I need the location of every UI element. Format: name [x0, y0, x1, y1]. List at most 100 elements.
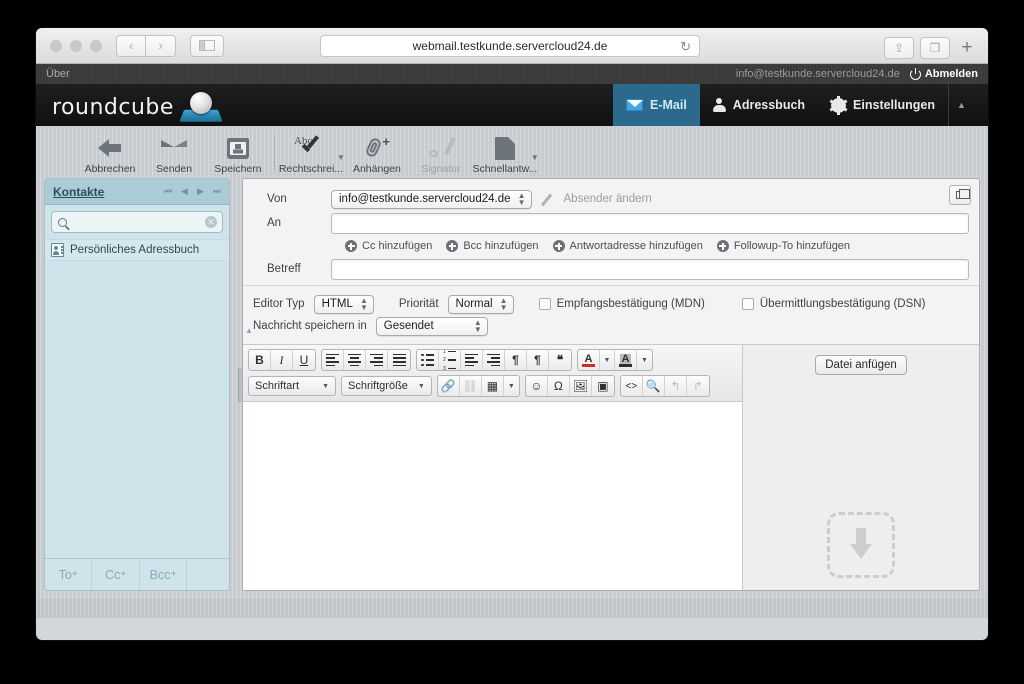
pager-prev-icon[interactable]: ◀	[181, 186, 188, 197]
toolbar-signature-button[interactable]: Signatur	[409, 130, 473, 175]
underline-button[interactable]: U	[293, 350, 315, 370]
minimize-window-button[interactable]	[70, 39, 82, 52]
blockquote-icon[interactable]: ❝	[549, 350, 571, 370]
toolbar-responses-button[interactable]: Schnellantw...	[473, 130, 537, 175]
color-group: A ▼ A ▼	[577, 349, 653, 371]
attach-file-button[interactable]: Datei anfügen	[815, 355, 907, 375]
share-icon[interactable]: ⇪	[884, 37, 914, 59]
priority-select[interactable]: Normal ▲ ▼	[447, 294, 514, 314]
source-code-icon[interactable]: <>	[621, 376, 643, 396]
nav-buttons[interactable]: ‹ ›	[116, 34, 176, 57]
subject-input[interactable]	[331, 258, 969, 280]
address-bar[interactable]: webmail.testkunde.servercloud24.de ↻	[320, 35, 700, 57]
to-input[interactable]	[331, 212, 969, 234]
pager-last-icon[interactable]: ⏭	[213, 186, 221, 197]
back-button[interactable]: ‹	[116, 34, 146, 57]
text-color-button[interactable]: A	[578, 350, 600, 370]
toolbar-attach-button[interactable]: + Anhängen	[345, 130, 409, 175]
clear-search-icon[interactable]: ✕	[205, 216, 217, 228]
add-to-plus: +	[71, 569, 78, 580]
tab-overview-icon[interactable]: ❐	[920, 37, 950, 59]
sidebar-toggle-button[interactable]	[190, 34, 224, 57]
close-window-button[interactable]	[50, 39, 62, 52]
align-justify-icon[interactable]	[388, 350, 410, 370]
contacts-search-box[interactable]: ✕	[51, 211, 223, 233]
outdent-icon[interactable]	[461, 350, 483, 370]
add-cc-button[interactable]: Cc +	[92, 559, 140, 590]
ordered-list-icon[interactable]: 123	[439, 350, 461, 370]
reload-icon[interactable]: ↻	[680, 39, 691, 55]
window-controls[interactable]	[50, 39, 102, 52]
add-followupto-link[interactable]: Followup-To hinzufügen	[716, 240, 851, 252]
add-bcc-link[interactable]: Bcc hinzufügen	[446, 240, 539, 252]
editor-type-select[interactable]: HTML ▲ ▼	[313, 294, 374, 314]
tab-settings[interactable]: Einstellungen	[818, 84, 948, 126]
table-icon[interactable]: ▦	[482, 376, 504, 396]
image-icon[interactable]: 🖼	[570, 376, 592, 396]
from-select[interactable]: info@testkunde.servercloud24.de ▲ ▼	[331, 189, 532, 209]
forward-button[interactable]: ›	[146, 34, 176, 57]
toolbar-send-button[interactable]: Senden	[142, 130, 206, 175]
change-sender-button[interactable]: Absender ändern	[544, 192, 652, 206]
url-text: webmail.testkunde.servercloud24.de	[412, 39, 608, 53]
media-icon[interactable]: ▣	[592, 376, 614, 396]
mdn-checkbox[interactable]	[538, 298, 551, 310]
unordered-list-icon[interactable]	[417, 350, 439, 370]
fontname-select[interactable]: Schriftart ▼	[248, 376, 336, 396]
pager-next-icon[interactable]: ▶	[197, 186, 204, 197]
rtl-icon[interactable]: ¶	[527, 350, 549, 370]
align-left-icon[interactable]	[322, 350, 344, 370]
toolbar-cancel-button[interactable]: Abbrechen	[78, 130, 142, 175]
emoji-icon[interactable]: ☺	[526, 376, 548, 396]
align-right-icon[interactable]	[366, 350, 388, 370]
change-sender-label: Absender ändern	[563, 193, 652, 205]
text-color-chevron-down-icon[interactable]: ▼	[600, 350, 615, 370]
spellcheck-chevron-down-icon[interactable]: ▼	[337, 153, 345, 162]
tab-email[interactable]: E-Mail	[612, 84, 700, 126]
save-in-select[interactable]: Gesendet ▲ ▼	[375, 316, 488, 336]
logout-button[interactable]: Abmelden	[909, 67, 978, 80]
highlight-color-button[interactable]: A	[615, 350, 637, 370]
dsn-checkbox[interactable]	[741, 298, 754, 310]
toolbar-send-label: Senden	[155, 163, 193, 175]
toolbar-save-button[interactable]: Speichern	[206, 130, 270, 175]
add-cc-link[interactable]: Cc hinzufügen	[345, 240, 432, 252]
cube-logo-icon	[178, 90, 224, 126]
zoom-window-button[interactable]	[90, 39, 102, 52]
pager-first-icon[interactable]: ⏮	[164, 186, 172, 197]
align-center-icon[interactable]	[344, 350, 366, 370]
file-dropzone[interactable]	[827, 512, 895, 578]
dsn-checkbox-wrap[interactable]: Übermittlungsbestätigung (DSN)	[741, 298, 925, 310]
fontsize-select[interactable]: Schriftgröße ▼	[341, 376, 432, 396]
list-item[interactable]: Persönliches Adressbuch	[45, 239, 229, 261]
ltr-icon[interactable]: ¶	[505, 350, 527, 370]
redo-icon[interactable]: ↱	[687, 376, 709, 396]
app-bottom-strip	[36, 599, 988, 618]
collapse-header-button[interactable]: ▲	[948, 84, 974, 126]
italic-button[interactable]: I	[271, 350, 293, 370]
bold-button[interactable]: B	[249, 350, 271, 370]
mdn-checkbox-wrap[interactable]: Empfangsbestätigung (MDN)	[538, 298, 705, 310]
toolbar-spellcheck-button[interactable]: Abc Rechtschrei...	[279, 130, 343, 175]
toggle-window-button[interactable]	[949, 185, 971, 205]
message-body-editor[interactable]	[243, 402, 742, 590]
add-cc-link-label: Cc hinzufügen	[362, 240, 433, 252]
unlink-icon[interactable]: ⛓	[460, 376, 482, 396]
undo-icon[interactable]: ↰	[665, 376, 687, 396]
charmap-icon[interactable]: Ω	[548, 376, 570, 396]
search-replace-icon[interactable]: 🔍	[643, 376, 665, 396]
from-row: Von info@testkunde.servercloud24.de ▲ ▼ A…	[253, 187, 969, 211]
table-chevron-down-icon[interactable]: ▼	[504, 376, 519, 396]
responses-chevron-down-icon[interactable]: ▼	[531, 153, 539, 162]
collapse-options-icon[interactable]: ▲	[245, 326, 253, 335]
add-to-button[interactable]: To +	[45, 559, 93, 590]
new-tab-button[interactable]: +	[954, 35, 980, 61]
tab-addressbook[interactable]: Adressbuch	[700, 84, 818, 126]
about-link[interactable]: Über	[46, 68, 70, 80]
add-bcc-button[interactable]: Bcc +	[140, 559, 188, 590]
add-replyto-link[interactable]: Antwortadresse hinzufügen	[552, 240, 703, 252]
add-followupto-link-label: Followup-To hinzufügen	[733, 240, 851, 252]
highlight-color-chevron-down-icon[interactable]: ▼	[637, 350, 652, 370]
link-icon[interactable]: 🔗	[438, 376, 460, 396]
indent-icon[interactable]	[483, 350, 505, 370]
